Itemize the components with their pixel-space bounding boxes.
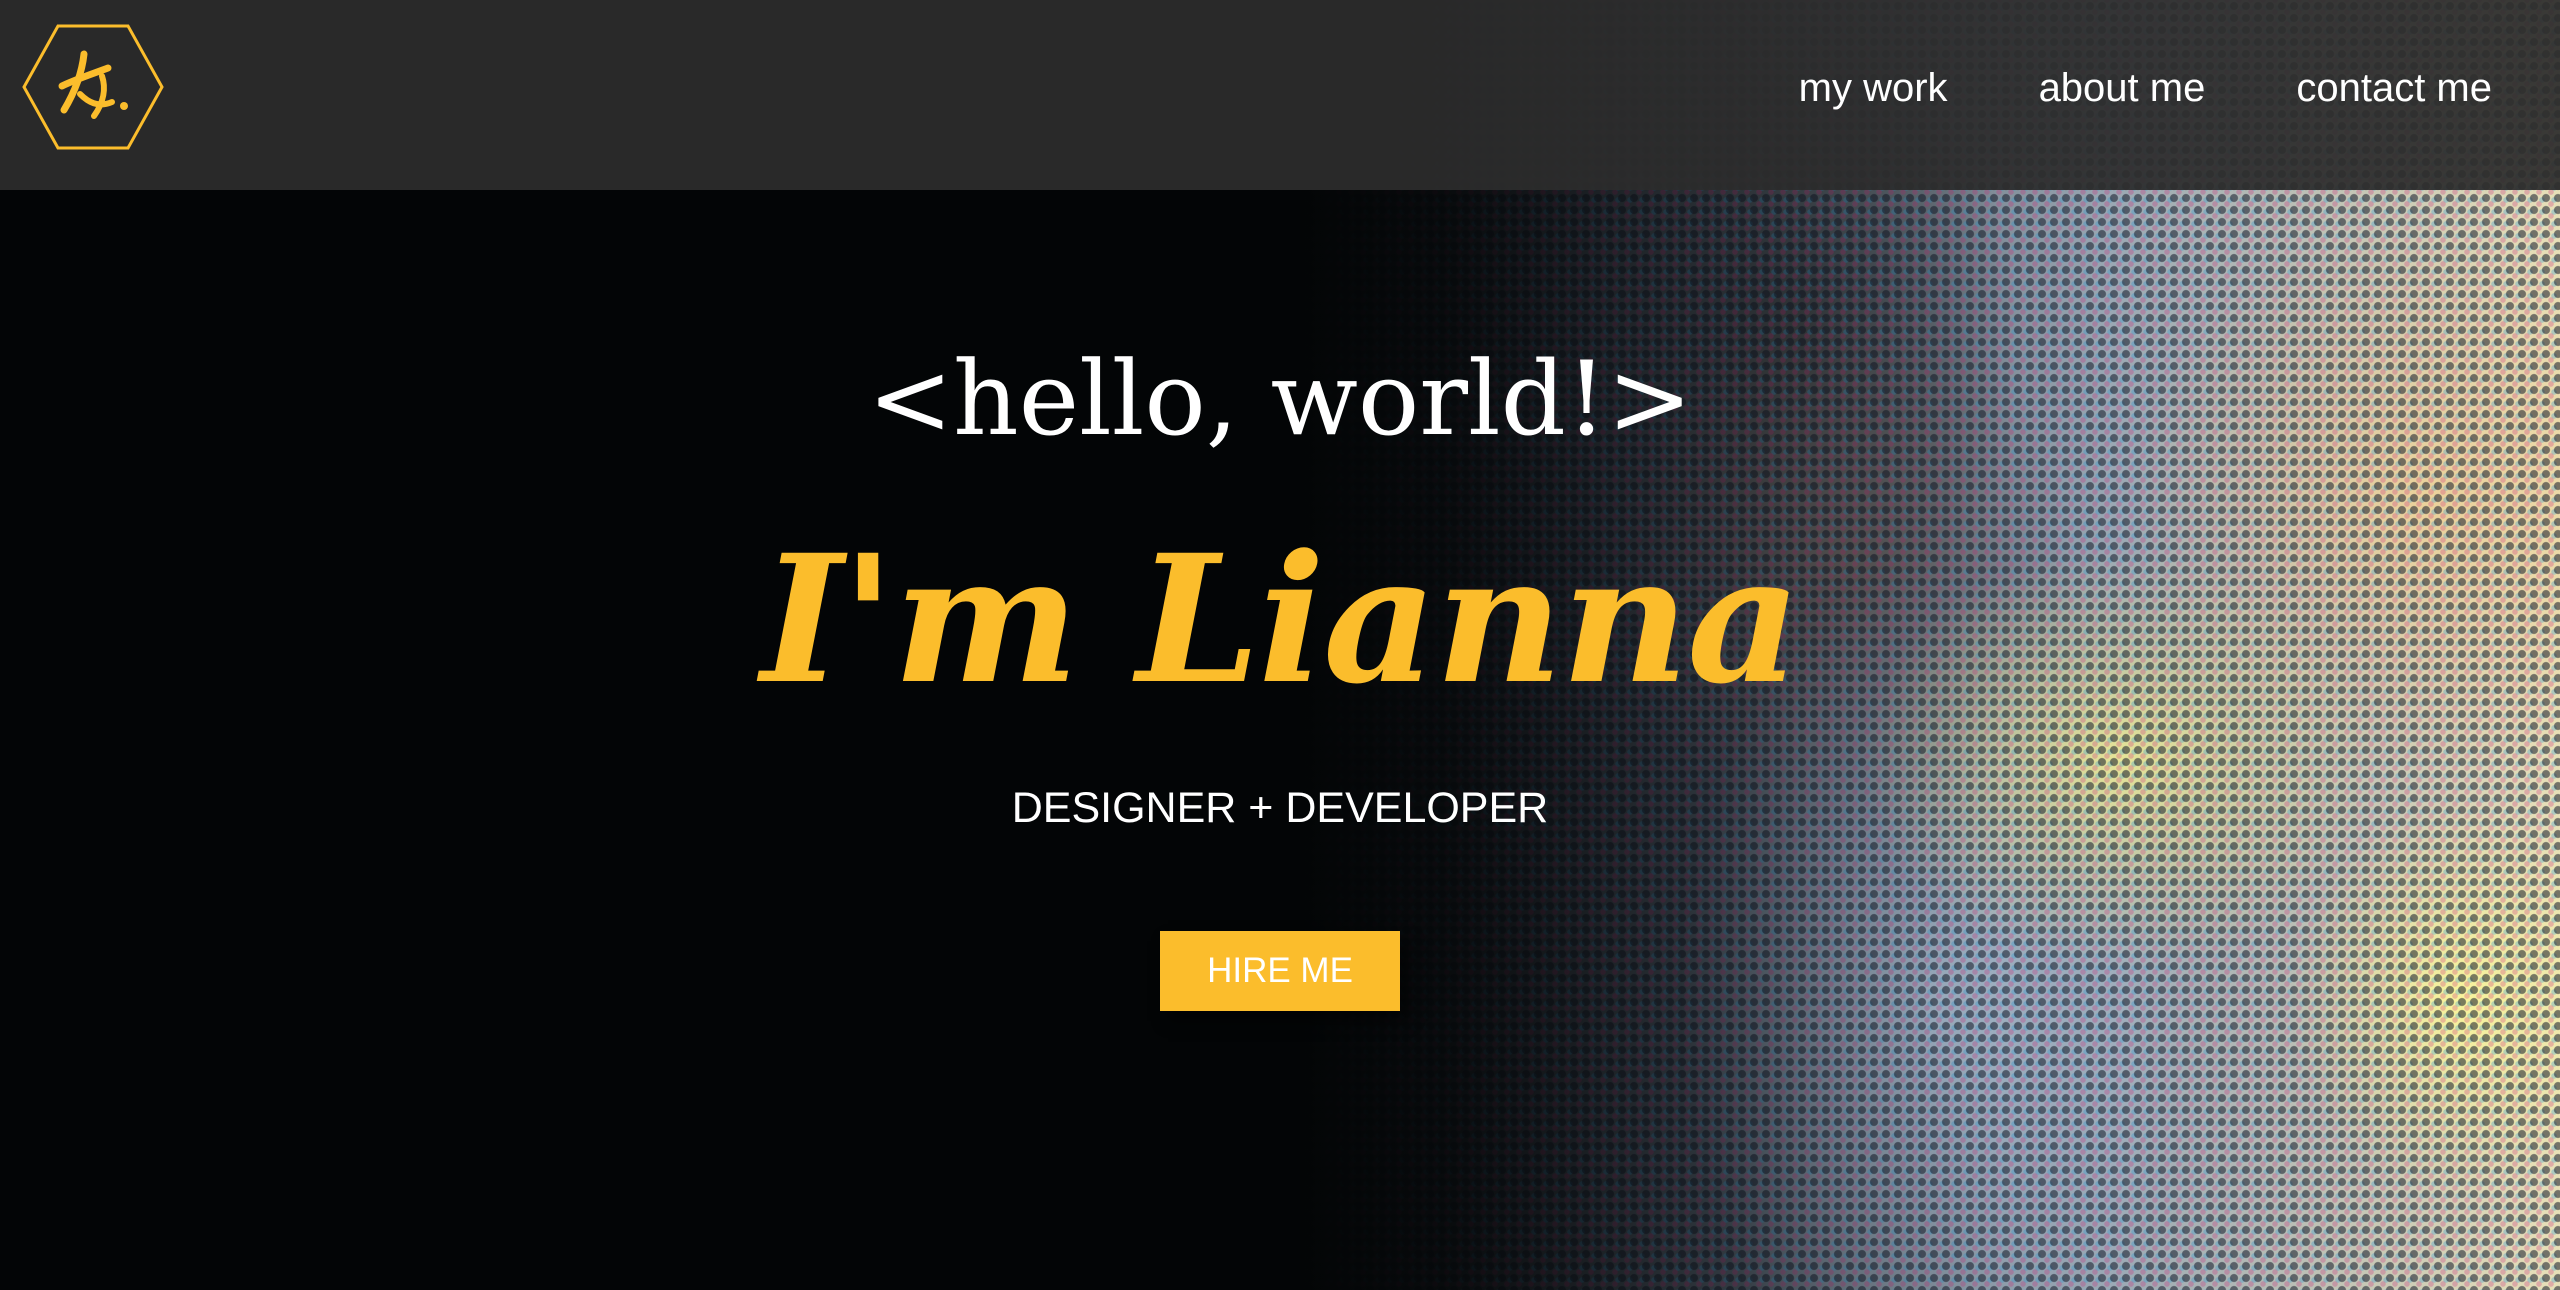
nav-link-my-work[interactable]: my work — [1799, 58, 1948, 118]
hire-me-button[interactable]: HIRE ME — [1160, 931, 1400, 1011]
main-nav: my work about me contact me — [1799, 58, 2492, 118]
hero-name: I'm Lianna — [760, 516, 1801, 723]
hero-greeting: <hello, world!> — [867, 340, 1693, 459]
page: my work about me contact me <hello, worl… — [0, 0, 2560, 1290]
hero-tagline: DESIGNER + DEVELOPER — [1011, 784, 1549, 832]
logo-link[interactable] — [22, 24, 164, 150]
nav-link-contact-me[interactable]: contact me — [2296, 58, 2492, 118]
hexagon-signature-logo-icon — [22, 24, 164, 150]
nav-link-about-me[interactable]: about me — [2039, 58, 2206, 118]
site-header: my work about me contact me — [0, 0, 2560, 190]
hero-section: <hello, world!> I'm Lianna DESIGNER + DE… — [0, 190, 2560, 1290]
